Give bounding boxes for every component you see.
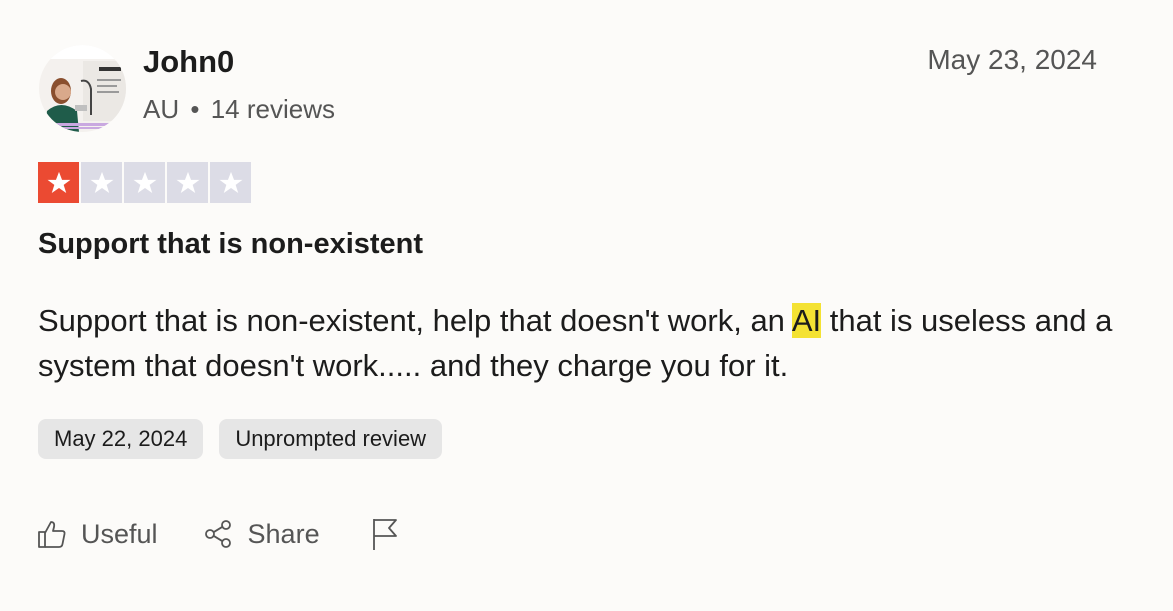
thumbs-up-icon <box>38 521 66 548</box>
star-icon <box>90 171 113 193</box>
share-label: Share <box>247 518 320 549</box>
useful-label: Useful <box>81 518 158 549</box>
star-empty-4 <box>167 162 208 203</box>
star-icon <box>176 171 199 193</box>
review-actions: Useful Share <box>37 517 400 551</box>
reviewer-avatar[interactable] <box>39 45 126 132</box>
share-button[interactable]: Share <box>204 519 320 550</box>
meta-separator: • <box>190 94 200 124</box>
review-posted-date: May 23, 2024 <box>927 44 1097 75</box>
review-body-highlight: AI <box>791 303 822 338</box>
avatar-photo-icon <box>39 45 126 132</box>
review-body-text-start: Support that is non-existent, help that … <box>38 303 792 338</box>
experience-date-tag: May 22, 2024 <box>38 419 204 459</box>
review-type-tag[interactable]: Unprompted review <box>219 419 443 459</box>
flag-icon <box>372 519 397 550</box>
useful-button[interactable]: Useful <box>37 519 158 550</box>
share-icon <box>204 520 231 548</box>
review-tags: May 22, 2024 Unprompted review <box>38 419 443 459</box>
review-card: John0 AU • 14 reviews May 23, 2024 Suppo… <box>0 0 1173 611</box>
reviewer-country: AU <box>143 94 180 124</box>
star-filled-1 <box>38 162 79 203</box>
star-icon <box>133 171 156 193</box>
star-icon <box>219 171 242 193</box>
star-icon <box>47 171 70 193</box>
review-body: Support that is non-existent, help that … <box>38 298 1118 388</box>
reviewer-review-count: 14 reviews <box>210 94 335 124</box>
star-empty-3 <box>124 162 165 203</box>
star-empty-5 <box>210 162 251 203</box>
star-empty-2 <box>81 162 122 203</box>
report-flag-button[interactable] <box>370 517 400 551</box>
review-title[interactable]: Support that is non-existent <box>38 228 423 261</box>
reviewer-meta: AU • 14 reviews <box>143 94 335 125</box>
star-rating <box>38 162 251 203</box>
reviewer-name[interactable]: John0 <box>143 44 234 80</box>
